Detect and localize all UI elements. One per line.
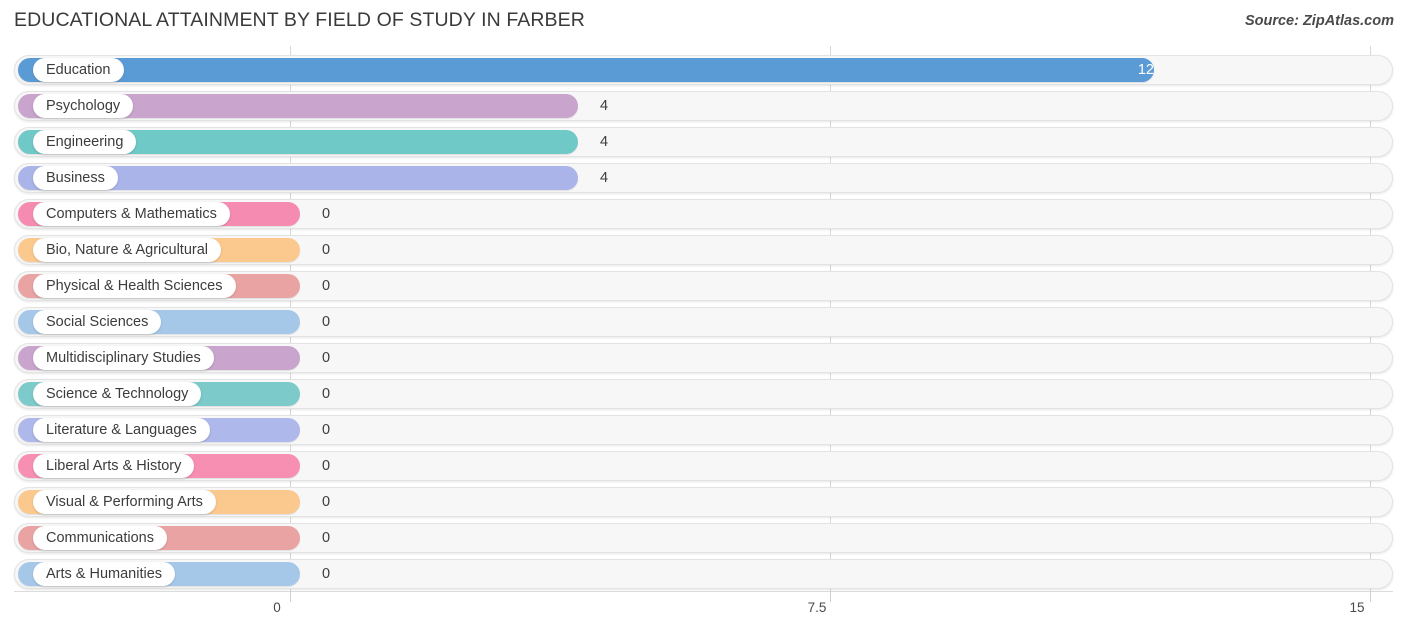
bar-label-pill: Literature & Languages (33, 418, 210, 442)
bar-value-label: 0 (322, 206, 331, 222)
bar-label-pill: Arts & Humanities (33, 562, 176, 586)
bar-label-pill: Physical & Health Sciences (33, 274, 236, 298)
bar-label: Engineering (46, 133, 124, 150)
bar-value-label: 4 (600, 98, 609, 114)
bar-label-pill: Engineering (33, 130, 137, 154)
bar-row[interactable]: Arts & Humanities 0 (14, 559, 1393, 589)
bar-value-label: 0 (322, 566, 331, 582)
bar-label: Business (46, 169, 105, 186)
tick-mark (290, 591, 291, 602)
bar-value-label: 0 (322, 530, 331, 546)
bar-value-label: 0 (322, 494, 331, 510)
bar-value-label: 0 (322, 350, 331, 366)
bar-row[interactable]: Communications 0 (14, 523, 1393, 553)
bar-row[interactable]: Psychology 4 (14, 91, 1393, 121)
source-attribution: Source: ZipAtlas.com (1244, 13, 1394, 29)
bar-label: Physical & Health Sciences (46, 277, 223, 294)
bar-value-label: 4 (600, 170, 609, 186)
bar-row[interactable]: Computers & Mathematics 0 (14, 199, 1393, 229)
bar-value-label: 0 (322, 386, 331, 402)
bar-label-pill: Liberal Arts & History (33, 454, 195, 478)
bar-value-label: 0 (322, 242, 331, 258)
tick-label: 0 (273, 600, 281, 615)
bar-value-label: 0 (322, 314, 331, 330)
bar-label: Science & Technology (46, 385, 189, 402)
bar-label: Bio, Nature & Agricultural (46, 241, 208, 258)
bar-label-pill: Communications (33, 526, 167, 550)
bar-label: Psychology (46, 97, 121, 114)
bar-row[interactable]: Literature & Languages 0 (14, 415, 1393, 445)
bar-value-label: 4 (600, 134, 609, 150)
bar-label: Computers & Mathematics (46, 205, 217, 222)
bar-label-pill: Business (33, 166, 118, 190)
bar-fill[interactable] (18, 58, 1154, 82)
chart-header: EDUCATIONAL ATTAINMENT BY FIELD OF STUDY… (0, 0, 1406, 46)
bar-label: Education (46, 61, 111, 78)
axis-line (14, 591, 1393, 592)
bar-value-label: 12 (1137, 62, 1154, 78)
bar-value-label: 0 (322, 278, 331, 294)
chart-plot-area: Education 12 Psychology 4 Engineering 4 Busine… (0, 46, 1406, 591)
x-axis: 0 7.5 15 (0, 591, 1406, 632)
bar-label-pill: Multidisciplinary Studies (33, 346, 214, 370)
bar-row[interactable]: Visual & Performing Arts 0 (14, 487, 1393, 517)
bar-label: Multidisciplinary Studies (46, 349, 201, 366)
bar-label: Communications (46, 529, 154, 546)
bar-row[interactable]: Science & Technology 0 (14, 379, 1393, 409)
page-title: EDUCATIONAL ATTAINMENT BY FIELD OF STUDY… (14, 9, 585, 31)
bar-row[interactable]: Business 4 (14, 163, 1393, 193)
bar-row[interactable]: Engineering 4 (14, 127, 1393, 157)
tick-label: 15 (1349, 600, 1365, 615)
bar-row[interactable]: Liberal Arts & History 0 (14, 451, 1393, 481)
bar-label-pill: Social Sciences (33, 310, 162, 334)
bar-row[interactable]: Social Sciences 0 (14, 307, 1393, 337)
bar-label: Visual & Performing Arts (46, 493, 203, 510)
bar-label: Social Sciences (46, 313, 149, 330)
bar-row[interactable]: Education 12 (14, 55, 1393, 85)
bar-label-pill: Psychology (33, 94, 134, 118)
bar-row[interactable]: Physical & Health Sciences 0 (14, 271, 1393, 301)
bar-label: Literature & Languages (46, 421, 197, 438)
bar-value-label: 0 (322, 458, 331, 474)
tick-mark (1370, 591, 1371, 602)
bar-label-pill: Computers & Mathematics (33, 202, 230, 226)
bar-label: Arts & Humanities (46, 565, 163, 582)
bar-value-label: 0 (322, 422, 331, 438)
bar-label-pill: Education (33, 58, 124, 82)
bar-label-pill: Science & Technology (33, 382, 202, 406)
bar-label: Liberal Arts & History (46, 457, 182, 474)
bar-row[interactable]: Multidisciplinary Studies 0 (14, 343, 1393, 373)
bar-label-pill: Bio, Nature & Agricultural (33, 238, 221, 262)
tick-mark (830, 591, 831, 602)
bar-rows: Education 12 Psychology 4 Engineering 4 Busine… (0, 46, 1406, 591)
tick-label: 7.5 (807, 600, 827, 615)
bar-row[interactable]: Bio, Nature & Agricultural 0 (14, 235, 1393, 265)
bar-label-pill: Visual & Performing Arts (33, 490, 216, 514)
